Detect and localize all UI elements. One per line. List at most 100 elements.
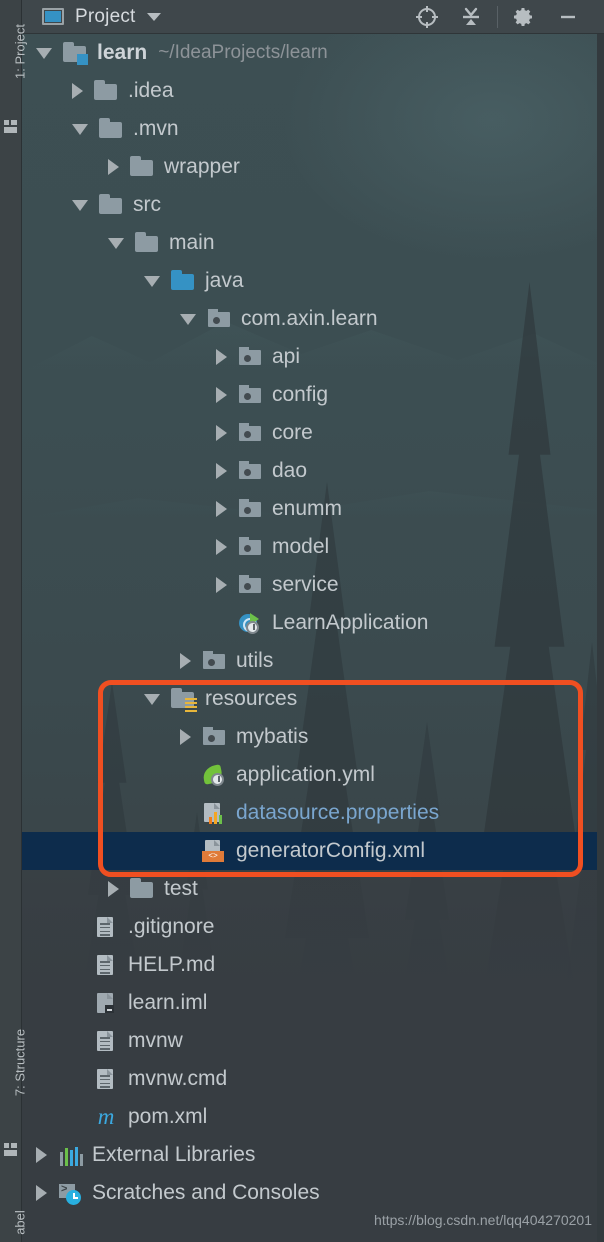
text-file-icon [93,916,119,938]
chevron-right-icon[interactable] [72,83,83,99]
tree-row-pom-xml[interactable]: m pom.xml [22,1098,604,1136]
tree-row-resources[interactable]: resources [22,680,604,718]
xml-icon: <> [201,840,227,862]
tree-row-test[interactable]: test [22,870,604,908]
tree-toggle-placeholder [72,919,83,935]
tree-row-main[interactable]: main [22,224,604,262]
rail-structure-icon[interactable] [4,1143,17,1156]
text-file-icon [93,1068,119,1090]
tree-row-service[interactable]: service [22,566,604,604]
gear-icon[interactable] [502,0,546,34]
tree-row-mybatis[interactable]: mybatis [22,718,604,756]
tree-row-learnapplication[interactable]: LearnApplication [22,604,604,642]
tree-row-com-axin-learn[interactable]: com.axin.learn [22,300,604,338]
chevron-down-icon[interactable] [180,313,196,325]
text-file-icon [93,954,119,976]
project-tree[interactable]: learn ~/IdeaProjects/learn .idea .mvn wrappe… [22,34,604,1242]
tree-row-utils[interactable]: utils [22,642,604,680]
text-file-icon [93,1030,119,1052]
folder-icon [129,878,155,900]
tree-row-mvnw[interactable]: mvnw [22,1022,604,1060]
chevron-down-icon[interactable] [146,12,161,21]
folder-icon [134,232,160,254]
tree-row-scratches-and-consoles[interactable]: Scratches and Consoles [22,1174,604,1212]
module-folder-icon [62,42,88,65]
toolbar-divider [497,5,498,28]
watermark: https://blog.csdn.net/lqq404270201 [374,1212,592,1228]
chevron-right-icon[interactable] [216,577,227,593]
chevron-right-icon[interactable] [216,501,227,517]
chevron-right-icon[interactable] [180,729,191,745]
package-icon [237,574,263,596]
chevron-down-icon[interactable] [72,199,88,211]
tree-row-label: core [272,421,313,444]
spring-boot-class-icon [237,612,263,634]
tree-row-learn[interactable]: learn ~/IdeaProjects/learn [22,34,604,72]
rail-label-bottom[interactable]: abel [13,1163,28,1242]
folder-icon [98,118,124,140]
rail-project-icon[interactable] [4,120,17,133]
chevron-right-icon[interactable] [180,653,191,669]
locate-target-icon[interactable] [405,0,449,34]
tool-window-rail: 1: Project 7: Structure abel [0,0,28,1242]
tree-toggle-placeholder [72,995,83,1011]
tree-row-application-yml[interactable]: application.yml [22,756,604,794]
project-path: ~/IdeaProjects/learn [158,42,328,63]
tree-row-generatorconfig-xml[interactable]: <> generatorConfig.xml [22,832,604,870]
tree-row--mvn[interactable]: .mvn [22,110,604,148]
tree-row-label: config [272,383,329,406]
tree-row-model[interactable]: model [22,528,604,566]
chevron-right-icon[interactable] [108,881,119,897]
folder-icon [98,194,124,216]
chevron-right-icon[interactable] [216,425,227,441]
chevron-right-icon[interactable] [216,387,227,403]
chevron-down-icon[interactable] [144,275,160,287]
page-title: Project [75,5,136,27]
tree-row-learn-iml[interactable]: learn.iml [22,984,604,1022]
tree-toggle-placeholder [72,1109,83,1125]
tree-row-config[interactable]: config [22,376,604,414]
tree-row-label: mvnw.cmd [128,1067,228,1090]
package-icon [237,460,263,482]
rail-label-structure[interactable]: 7: Structure [13,1003,28,1123]
tree-row-dao[interactable]: dao [22,452,604,490]
tree-row-label: pom.xml [128,1105,208,1128]
chevron-right-icon[interactable] [216,349,227,365]
chevron-down-icon[interactable] [144,693,160,705]
tree-row-label: com.axin.learn [241,307,378,330]
properties-icon [201,802,227,824]
tree-row-external-libraries[interactable]: External Libraries [22,1136,604,1174]
chevron-right-icon[interactable] [36,1147,47,1163]
chevron-right-icon[interactable] [36,1185,47,1201]
tree-toggle-placeholder [216,615,227,631]
tree-row-enumm[interactable]: enumm [22,490,604,528]
tree-row-datasource-properties[interactable]: datasource.properties [22,794,604,832]
tree-row-help-md[interactable]: HELP.md [22,946,604,984]
chevron-right-icon[interactable] [108,159,119,175]
tree-row-java[interactable]: java [22,262,604,300]
chevron-right-icon[interactable] [216,539,227,555]
tree-row-wrapper[interactable]: wrapper [22,148,604,186]
tree-row-core[interactable]: core [22,414,604,452]
tree-row-api[interactable]: api [22,338,604,376]
collapse-all-icon[interactable] [449,0,493,34]
package-icon [237,536,263,558]
tree-row-label: model [272,535,330,558]
tree-row-label: mvnw [128,1029,183,1052]
tool-window-header: Project [22,0,604,34]
tree-row-label: java [205,269,244,292]
rail-label-project[interactable]: 1: Project [13,0,28,112]
minimize-icon[interactable] [546,0,590,34]
iml-module-file-icon [93,992,119,1014]
tree-row-src[interactable]: src [22,186,604,224]
chevron-down-icon[interactable] [108,237,124,249]
chevron-down-icon[interactable] [36,47,52,59]
folder-icon [129,156,155,178]
chevron-down-icon[interactable] [72,123,88,135]
tree-row-mvnw-cmd[interactable]: mvnw.cmd [22,1060,604,1098]
tree-row-label: test [164,877,198,900]
chevron-right-icon[interactable] [216,463,227,479]
scratches-icon [57,1182,83,1205]
tree-row--idea[interactable]: .idea [22,72,604,110]
tree-row--gitignore[interactable]: .gitignore [22,908,604,946]
